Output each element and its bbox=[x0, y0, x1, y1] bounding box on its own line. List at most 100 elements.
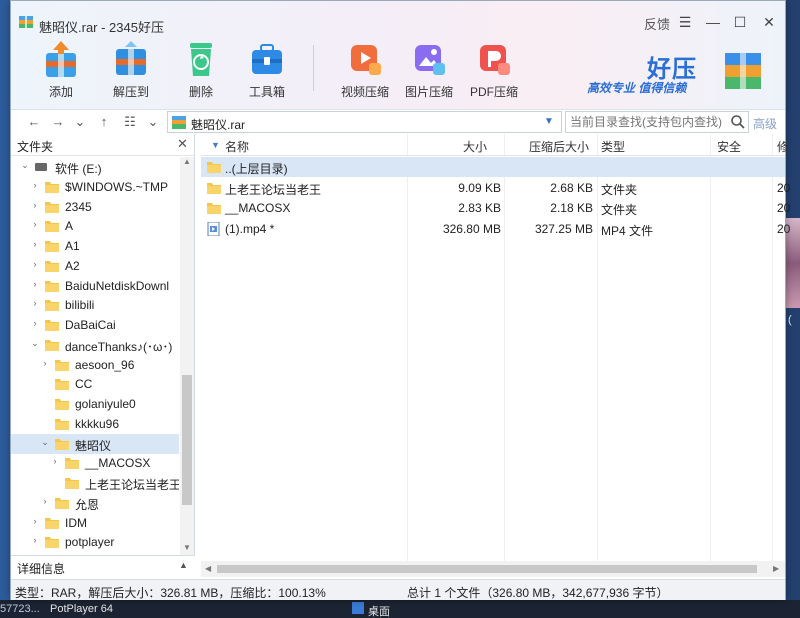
column-security[interactable]: 安全 bbox=[717, 138, 741, 155]
file-name-cell: (1).mp4 * bbox=[225, 221, 275, 236]
tree-item[interactable]: › A1 bbox=[11, 236, 179, 256]
title-bar[interactable]: 魅昭仪.rar - 2345好压 反馈 ☰ — ☐ ✕ bbox=[11, 1, 785, 41]
file-row[interactable]: ..(上层目录) bbox=[201, 157, 785, 177]
tree-item[interactable]: › 2345 bbox=[11, 197, 179, 217]
expand-up-icon[interactable]: ▲ bbox=[179, 560, 188, 570]
expand-chevron-icon[interactable]: › bbox=[29, 535, 41, 545]
history-chevron-down-icon[interactable]: ⌄ bbox=[71, 113, 89, 131]
file-list: ▼ 名称 大小 压缩后大小 类型 安全 修 ..(上层目录) 上老王论坛当老王 9.… bbox=[201, 134, 790, 577]
expand-chevron-icon[interactable]: › bbox=[29, 180, 41, 190]
up-arrow-icon[interactable]: ↑ bbox=[95, 113, 113, 131]
file-row[interactable]: __MACOSX 2.83 KB 2.18 KB 文件夹 20 bbox=[201, 198, 790, 218]
tree-item[interactable]: › A bbox=[11, 216, 179, 236]
expand-chevron-icon[interactable]: › bbox=[29, 200, 41, 210]
folder-icon bbox=[55, 377, 69, 391]
tree-item[interactable]: golaniyule0 bbox=[11, 394, 179, 414]
tree-item[interactable]: ⌄ danceThanks♪(･ω･) bbox=[11, 335, 179, 355]
expand-chevron-icon[interactable]: › bbox=[29, 239, 41, 249]
minimize-icon[interactable]: — bbox=[703, 11, 723, 33]
tree-item[interactable]: › BaiduNetdiskDownl bbox=[11, 276, 179, 296]
column-packed-size[interactable]: 压缩后大小 bbox=[529, 138, 589, 155]
folder-icon bbox=[65, 476, 79, 490]
tree-item-label: 2345 bbox=[65, 199, 92, 214]
view-chevron-down-icon[interactable]: ⌄ bbox=[144, 113, 162, 131]
tree-item[interactable]: › $WINDOWS.~TMP bbox=[11, 177, 179, 197]
tree-scrollbar[interactable]: ▲ ▼ bbox=[180, 157, 194, 555]
hscroll-thumb[interactable] bbox=[217, 565, 757, 573]
video-file-icon bbox=[207, 221, 221, 236]
expand-chevron-icon[interactable]: › bbox=[49, 456, 61, 466]
tree-item[interactable]: › potplayer bbox=[11, 532, 179, 552]
back-arrow-icon[interactable]: ← bbox=[25, 113, 43, 131]
tree-item[interactable]: › bilibili bbox=[11, 295, 179, 315]
tree-item[interactable]: › DaBaiCai bbox=[11, 315, 179, 335]
archive-file-icon bbox=[172, 116, 186, 129]
close-pane-icon[interactable]: ✕ bbox=[177, 136, 188, 152]
delete-button[interactable]: 删除 bbox=[171, 37, 231, 101]
image-compress-button[interactable]: 图片压缩 bbox=[399, 37, 459, 101]
column-modified[interactable]: 修 bbox=[777, 138, 789, 155]
expand-chevron-icon[interactable]: › bbox=[29, 279, 41, 289]
expand-chevron-icon[interactable]: › bbox=[29, 516, 41, 526]
expand-chevron-icon[interactable]: › bbox=[29, 219, 41, 229]
address-dropdown-icon[interactable]: ▼ bbox=[544, 116, 554, 127]
taskbar-item-desktop[interactable]: 桌面 bbox=[368, 603, 390, 618]
folder-tree: ⌄ 软件 (E:) › $WINDOWS.~TMP › 2345 › A › A1 › A2 › Baid… bbox=[11, 157, 179, 555]
search-box[interactable] bbox=[565, 111, 749, 133]
toolbox-button[interactable]: 工具箱 bbox=[237, 37, 297, 101]
tree-item[interactable]: kkkku96 bbox=[11, 414, 179, 434]
tree-item[interactable]: › aesoon_96 bbox=[11, 355, 179, 375]
tree-item[interactable]: › 允恩 bbox=[11, 493, 179, 513]
tree-scroll-thumb[interactable] bbox=[182, 375, 192, 505]
tree-item[interactable]: ⌄ 软件 (E:) bbox=[11, 157, 179, 177]
expand-chevron-icon[interactable]: › bbox=[39, 358, 51, 368]
tree-item[interactable]: ⌄ 魅昭仪 bbox=[11, 433, 179, 454]
tree-item[interactable]: › __MACOSX bbox=[11, 453, 179, 473]
column-name[interactable]: 名称 bbox=[225, 138, 249, 155]
file-row[interactable]: 上老王论坛当老王 9.09 KB 2.68 KB 文件夹 20 bbox=[201, 178, 790, 198]
expand-chevron-icon[interactable]: › bbox=[29, 298, 41, 308]
detail-info-header[interactable]: 详细信息 ▲ bbox=[11, 555, 195, 577]
collapse-chevron-icon[interactable]: ⌄ bbox=[29, 338, 41, 349]
file-list-hscrollbar[interactable]: ◀ ▶ bbox=[201, 561, 785, 577]
scroll-right-icon[interactable]: ▶ bbox=[773, 564, 779, 573]
feedback-link[interactable]: 反馈 bbox=[644, 14, 670, 33]
expand-chevron-icon[interactable]: › bbox=[29, 318, 41, 328]
scroll-up-icon[interactable]: ▲ bbox=[183, 157, 191, 166]
file-name-cell: __MACOSX bbox=[225, 201, 291, 215]
tree-item[interactable]: CC bbox=[11, 374, 179, 394]
column-type[interactable]: 类型 bbox=[601, 138, 625, 155]
extract-to-button[interactable]: 解压到 bbox=[101, 37, 161, 101]
tree-item-label: aesoon_96 bbox=[75, 357, 135, 372]
search-input[interactable] bbox=[566, 112, 728, 132]
maximize-icon[interactable]: ☐ bbox=[730, 11, 750, 33]
desktop-right-edge: ( bbox=[786, 0, 800, 618]
column-size[interactable]: 大小 bbox=[463, 138, 487, 155]
menu-icon[interactable]: ☰ bbox=[675, 11, 695, 33]
expand-chevron-icon[interactable]: › bbox=[29, 259, 41, 269]
taskbar-item-fragment[interactable]: 57723... bbox=[0, 603, 40, 615]
taskbar-item-potplayer[interactable]: PotPlayer 64 bbox=[50, 603, 113, 615]
tree-item-label: golaniyule0 bbox=[75, 397, 136, 411]
scroll-down-icon[interactable]: ▼ bbox=[183, 543, 191, 552]
collapse-chevron-icon[interactable]: ⌄ bbox=[39, 437, 51, 448]
forward-arrow-icon[interactable]: → bbox=[49, 113, 67, 131]
pdf-compress-button[interactable]: PDF压缩 bbox=[464, 37, 524, 101]
add-button[interactable]: 添加 bbox=[31, 37, 91, 101]
file-row[interactable]: (1).mp4 * 326.80 MB 327.25 MB MP4 文件 20 bbox=[201, 219, 790, 239]
folder-pane-title: 文件夹 bbox=[17, 140, 54, 154]
extract-to-icon bbox=[116, 41, 146, 75]
close-icon[interactable]: ✕ bbox=[759, 11, 779, 33]
address-bar[interactable]: 魅昭仪.rar ▼ bbox=[167, 111, 562, 133]
expand-chevron-icon[interactable]: › bbox=[39, 496, 51, 506]
tree-item[interactable]: › A2 bbox=[11, 256, 179, 276]
tree-item[interactable]: › IDM bbox=[11, 513, 179, 533]
scroll-left-icon[interactable]: ◀ bbox=[205, 564, 211, 573]
view-mode-icon[interactable]: ☷ bbox=[121, 113, 139, 131]
video-compress-button[interactable]: 视频压缩 bbox=[335, 37, 395, 101]
search-icon[interactable] bbox=[730, 114, 746, 130]
advanced-search-link[interactable]: 高级 bbox=[753, 115, 777, 132]
tree-item[interactable]: 上老王论坛当老王 bbox=[11, 473, 179, 493]
video-compress-icon bbox=[351, 45, 381, 75]
collapse-chevron-icon[interactable]: ⌄ bbox=[19, 160, 31, 171]
